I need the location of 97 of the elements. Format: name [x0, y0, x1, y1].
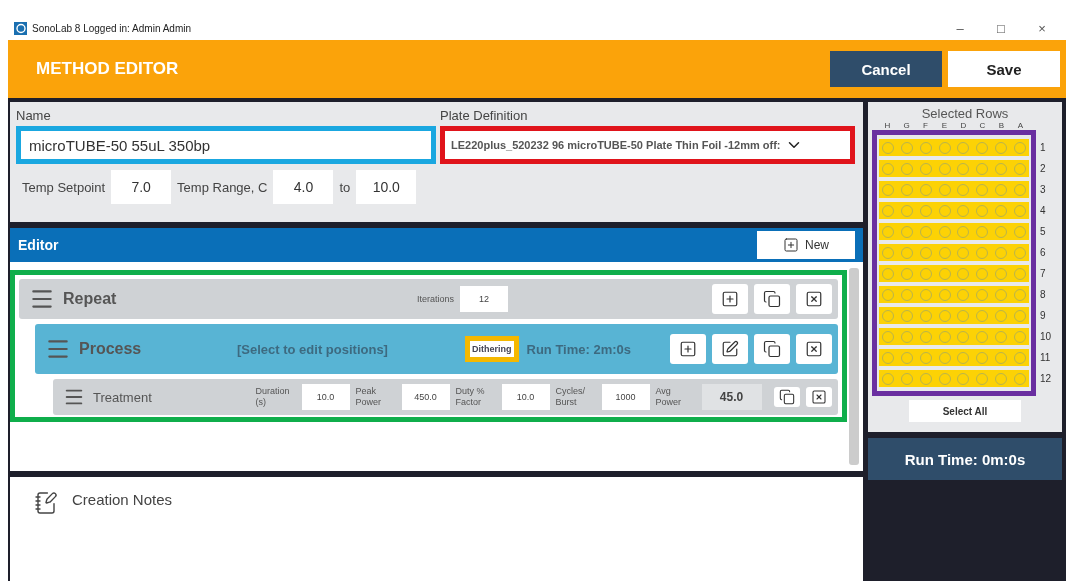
- delete-button[interactable]: [796, 284, 832, 314]
- input-field[interactable]: 4.0: [273, 170, 334, 204]
- row-label: 9: [1040, 309, 1047, 323]
- row-label: 10: [1040, 330, 1052, 344]
- input-field[interactable]: 10.0: [501, 384, 550, 410]
- section-title: Editor: [18, 237, 60, 253]
- name-field[interactable]: microTUBE-50 55uL 350bp: [21, 131, 431, 159]
- column-label: E: [940, 121, 949, 130]
- new-button[interactable]: New: [757, 231, 855, 259]
- field-label: Duration (s): [255, 386, 291, 408]
- select-all-button[interactable]: Select All: [909, 400, 1021, 422]
- plate-row[interactable]: [879, 202, 1029, 219]
- column-label: D: [959, 121, 968, 130]
- input-field[interactable]: 450.0: [401, 384, 450, 410]
- row-label: 1: [1040, 141, 1047, 155]
- plate-row[interactable]: [879, 265, 1029, 282]
- edit-icon: [721, 340, 739, 358]
- field-label: Temp Range, C: [177, 179, 268, 195]
- column-label: G: [902, 121, 911, 130]
- input-field[interactable]: 12: [460, 286, 508, 312]
- readonly-field: 45.0: [701, 384, 762, 410]
- add-icon: [721, 290, 739, 308]
- plate-dropdown[interactable]: LE220plus_520232 96 microTUBE-50 Plate Thin Foil -12mm off:: [445, 131, 850, 159]
- field-label: Plate Definition: [440, 108, 529, 123]
- copy-button[interactable]: [754, 284, 790, 314]
- row-label: 8: [1040, 288, 1047, 302]
- app-logo-icon: [14, 21, 27, 35]
- plate-row[interactable]: [879, 244, 1029, 261]
- section-title: Creation Notes: [72, 491, 173, 508]
- row-label: 11: [1040, 351, 1052, 365]
- field-label: Iterations: [417, 293, 454, 305]
- step-title: Repeat: [63, 290, 118, 308]
- row-label: 3: [1040, 183, 1047, 197]
- cancel-button[interactable]: Cancel: [830, 51, 942, 87]
- add-icon: [679, 340, 697, 358]
- column-label: A: [1016, 121, 1025, 130]
- window-title: SonoLab 8 Logged in: Admin Admin: [32, 22, 192, 34]
- plate-row[interactable]: [879, 370, 1029, 387]
- input-field[interactable]: 7.0: [111, 170, 172, 204]
- page-title: METHOD EDITOR: [36, 59, 180, 79]
- row-label: 12: [1040, 372, 1052, 386]
- copy-button[interactable]: [774, 387, 800, 407]
- row-label: 7: [1040, 267, 1047, 281]
- column-label: F: [922, 121, 929, 130]
- row-label: 4: [1040, 204, 1047, 218]
- delete-button[interactable]: [796, 334, 832, 364]
- step-title: Process: [79, 340, 143, 358]
- column-label: C: [978, 121, 987, 130]
- save-button[interactable]: Save: [948, 51, 1060, 87]
- copy-icon: [779, 389, 795, 405]
- field-label: to: [339, 179, 351, 195]
- step-row[interactable]: Repeat Iterations 12: [19, 279, 838, 319]
- row-label: 5: [1040, 225, 1047, 239]
- field-label: Cycles/ Burst: [555, 386, 586, 408]
- window-control[interactable]: ×: [1024, 20, 1060, 36]
- field-label: Name: [16, 108, 52, 123]
- close-icon: [805, 340, 823, 358]
- close-icon: [811, 389, 827, 405]
- row-label: 6: [1040, 246, 1047, 260]
- step-title: Treatment: [93, 389, 153, 405]
- section-title: Selected Rows: [921, 106, 1009, 121]
- input-field[interactable]: 1000: [601, 384, 650, 410]
- add-button[interactable]: [712, 284, 748, 314]
- column-label: B: [997, 121, 1006, 130]
- close-icon: [805, 290, 823, 308]
- row-label: 2: [1040, 162, 1047, 176]
- plate-row[interactable]: [879, 286, 1029, 303]
- copy-icon: [763, 340, 781, 358]
- field-label: Duty % Factor: [455, 386, 486, 408]
- field-label: Avg Power: [655, 386, 682, 408]
- field-label: Peak Power: [355, 386, 382, 408]
- window-control[interactable]: □: [983, 20, 1019, 36]
- edit-button[interactable]: [712, 334, 748, 364]
- step-row[interactable]: Treatment Duration (s) 10.0 Peak Power 450.0 Duty % Factor 10.0 Cycles/ Burst 1000 Avg Power 45.0: [53, 379, 838, 415]
- copy-button[interactable]: [754, 334, 790, 364]
- notes-icon: [34, 491, 58, 515]
- plate-row[interactable]: [879, 349, 1029, 366]
- plate-row[interactable]: [879, 181, 1029, 198]
- scrollbar[interactable]: [849, 268, 859, 465]
- delete-button[interactable]: [806, 387, 832, 407]
- dithering-badge: Dithering: [470, 341, 514, 357]
- input-field[interactable]: 10.0: [356, 170, 417, 204]
- plate-row[interactable]: [879, 223, 1029, 240]
- run-time-text: Run Time: 2m:0s: [526, 341, 632, 357]
- add-button[interactable]: [670, 334, 706, 364]
- plate-row[interactable]: [879, 160, 1029, 177]
- process-step[interactable]: Process [Select to edit positions] Dithering Run Time: 2m:0s: [35, 324, 838, 374]
- column-label: H: [883, 121, 892, 130]
- copy-icon: [763, 290, 781, 308]
- field-label: Temp Setpoint: [22, 179, 106, 195]
- run-time-text: Run Time: 0m:0s: [904, 450, 1026, 468]
- add-icon: [783, 237, 799, 253]
- plate-row[interactable]: [879, 307, 1029, 324]
- input-field[interactable]: 10.0: [301, 384, 350, 410]
- window-control[interactable]: –: [942, 20, 978, 36]
- plate-row[interactable]: [879, 139, 1029, 156]
- plate-row[interactable]: [879, 328, 1029, 345]
